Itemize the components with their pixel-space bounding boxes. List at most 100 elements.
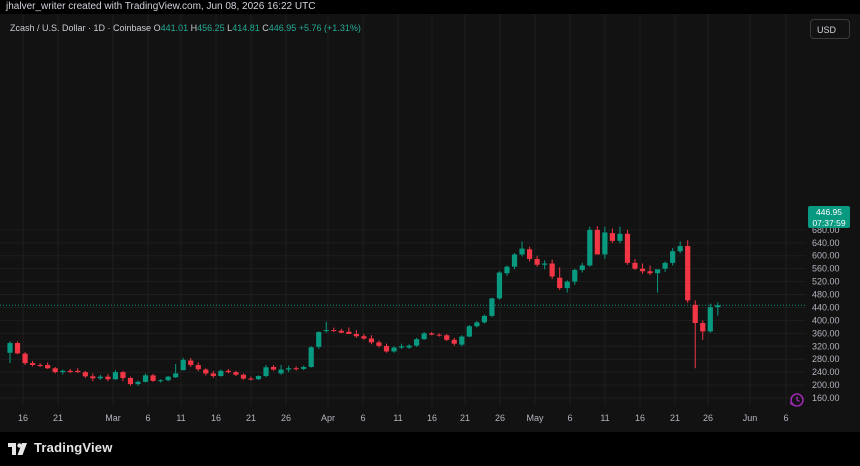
candle-body (158, 380, 164, 382)
candle[interactable] (391, 346, 397, 353)
candle[interactable] (662, 261, 668, 272)
currency-button[interactable]: USD (810, 19, 850, 39)
candle[interactable] (617, 226, 623, 244)
candle[interactable] (542, 260, 548, 270)
candle[interactable] (195, 362, 201, 372)
tradingview-logo[interactable]: TradingView (8, 440, 113, 455)
candle[interactable] (60, 369, 66, 375)
candle[interactable] (14, 341, 21, 355)
candle-body (218, 370, 224, 377)
candle[interactable] (474, 321, 480, 328)
candle[interactable] (700, 320, 706, 340)
candle[interactable] (557, 267, 563, 291)
candle[interactable] (414, 337, 420, 347)
candle[interactable] (632, 258, 638, 270)
candle[interactable] (120, 370, 126, 382)
candle[interactable] (165, 376, 171, 382)
candle[interactable] (594, 226, 600, 255)
candle[interactable] (624, 229, 631, 265)
candle[interactable] (301, 365, 307, 371)
candle[interactable] (308, 346, 314, 368)
candle[interactable] (519, 241, 525, 257)
candle[interactable] (29, 360, 36, 367)
candle[interactable] (572, 268, 578, 285)
candle-body (436, 334, 442, 336)
candle[interactable] (225, 368, 231, 374)
candle[interactable] (692, 300, 698, 369)
candle[interactable] (368, 335, 375, 345)
candle[interactable] (639, 263, 646, 274)
candle-body (715, 305, 721, 308)
candle[interactable] (670, 247, 676, 266)
candle[interactable] (331, 327, 337, 333)
candle[interactable] (496, 271, 503, 300)
chart-panel[interactable]: 160.00 200.00 240.00 280.00 320.00 360.00 400.… (0, 14, 860, 432)
candle[interactable] (564, 280, 570, 293)
candle[interactable] (263, 365, 269, 378)
candle[interactable] (715, 302, 721, 316)
candle[interactable] (406, 344, 412, 349)
candle-body (293, 368, 299, 370)
candle[interactable] (127, 376, 134, 386)
candle[interactable] (293, 366, 299, 371)
candle[interactable] (383, 343, 390, 353)
candle[interactable] (37, 363, 43, 367)
candle[interactable] (233, 370, 239, 377)
candle[interactable] (429, 332, 435, 336)
candle[interactable] (647, 265, 653, 276)
candle[interactable] (286, 365, 292, 373)
candle[interactable] (240, 373, 247, 380)
candle-body (421, 333, 427, 340)
candle[interactable] (158, 379, 164, 383)
candle[interactable] (579, 262, 585, 273)
candle[interactable] (90, 373, 96, 382)
candle[interactable] (504, 265, 510, 276)
candle-body (75, 370, 81, 373)
candle[interactable] (97, 374, 103, 380)
symbol-legend: Zcash / U.S. Dollar · 1D · Coinbase O441… (10, 23, 361, 33)
candle[interactable] (361, 333, 367, 340)
candle[interactable] (451, 337, 457, 346)
candle[interactable] (609, 228, 615, 243)
candle[interactable] (316, 331, 322, 349)
candle[interactable] (444, 333, 450, 342)
candle-body (278, 369, 284, 374)
candle[interactable] (602, 226, 608, 259)
candle[interactable] (142, 373, 149, 383)
candle[interactable] (587, 226, 593, 267)
candle-body (707, 307, 713, 332)
candle[interactable] (218, 369, 224, 377)
candlestick-chart[interactable]: 160.00 200.00 240.00 280.00 320.00 360.00 400.… (0, 14, 860, 432)
candle[interactable] (7, 341, 13, 364)
candle[interactable] (526, 246, 533, 262)
candle[interactable] (707, 303, 713, 333)
candle[interactable] (255, 375, 262, 380)
candle[interactable] (511, 253, 518, 270)
candle[interactable] (203, 368, 209, 376)
candle[interactable] (248, 376, 254, 381)
candle[interactable] (45, 362, 51, 369)
candle[interactable] (654, 269, 661, 293)
candle[interactable] (105, 374, 111, 382)
candle-body (685, 246, 691, 301)
candle[interactable] (75, 368, 81, 373)
candle[interactable] (353, 330, 359, 338)
candle[interactable] (270, 365, 277, 371)
open-label: O (153, 23, 161, 33)
candle[interactable] (685, 240, 691, 303)
candle-body (700, 322, 706, 332)
candle[interactable] (278, 365, 284, 375)
time-tick-label: 6 (567, 413, 572, 423)
clock-icon[interactable] (788, 392, 806, 408)
candle[interactable] (338, 328, 344, 334)
candle[interactable] (481, 314, 487, 324)
candle[interactable] (173, 364, 179, 378)
candle[interactable] (549, 259, 555, 280)
candle[interactable] (346, 327, 352, 334)
candle[interactable] (466, 324, 472, 338)
candle[interactable] (489, 297, 495, 318)
candle-body (255, 376, 262, 380)
candle[interactable] (398, 343, 405, 349)
candle[interactable] (150, 374, 156, 382)
candle[interactable] (459, 335, 465, 347)
